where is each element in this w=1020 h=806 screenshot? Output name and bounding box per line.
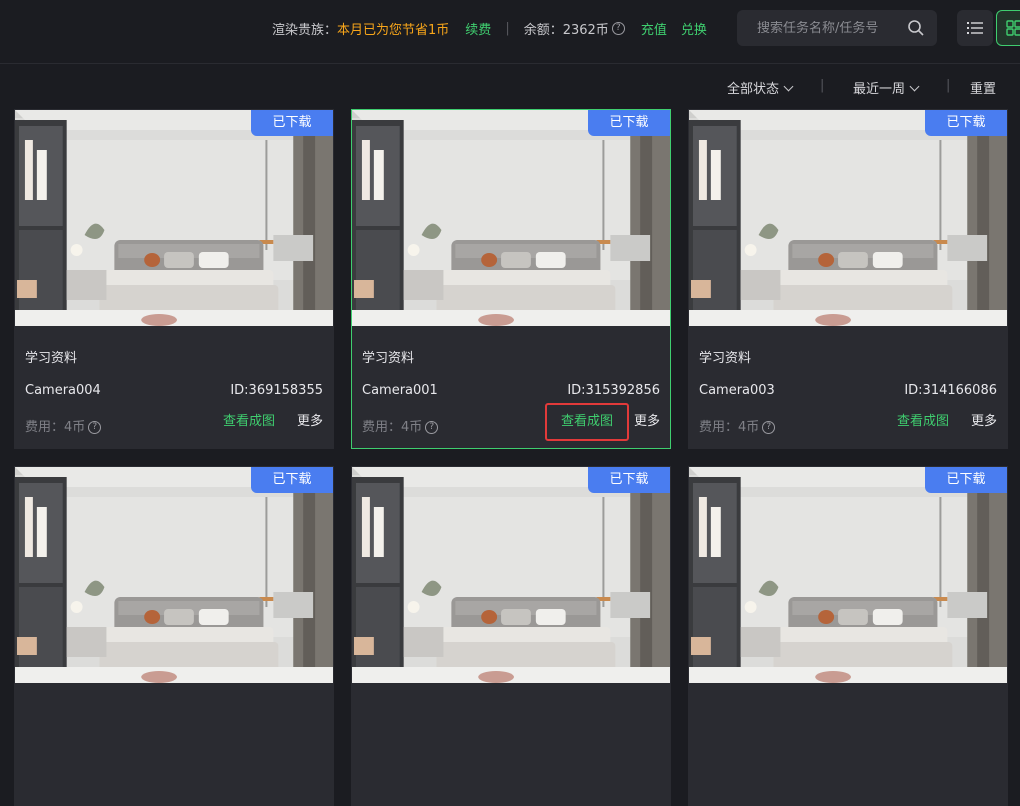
list-view-button[interactable]	[957, 10, 993, 46]
vip-label: 渲染贵族：	[272, 22, 338, 38]
view-render-link[interactable]: 查看成图	[897, 410, 949, 429]
list-view-icon	[967, 22, 983, 34]
render-thumbnail[interactable]	[352, 110, 670, 326]
cost-label: 费用：4币?	[362, 416, 439, 435]
status-filter-label: 全部状态	[727, 82, 780, 97]
status-filter-dropdown[interactable]: 全部状态	[727, 78, 794, 97]
divider: |	[505, 20, 510, 36]
camera-name: Camera001	[362, 383, 438, 398]
help-icon[interactable]: ?	[88, 421, 102, 434]
render-thumbnail[interactable]	[15, 467, 333, 683]
chevron-down-icon	[783, 81, 794, 92]
camera-name: Camera003	[699, 383, 775, 398]
task-id: ID:314166086	[904, 383, 997, 398]
task-card[interactable]: 已下载 学习资料 Camera003 ID:314166086 费用：4币? 查…	[688, 109, 1008, 449]
task-card[interactable]: 已下载	[14, 466, 334, 806]
task-title: 学习资料	[699, 351, 752, 366]
help-icon[interactable]: ?	[611, 21, 625, 35]
period-filter-label: 最近一周	[853, 82, 906, 97]
account-info: 渲染贵族： 本月已为您节省1币 续费 | 余额： 2362币 ? 充值 兑换	[272, 18, 707, 38]
task-id: ID:315392856	[567, 383, 660, 398]
task-id: ID:369158355	[230, 383, 323, 398]
grid-view-button[interactable]	[996, 10, 1020, 46]
divider: |	[946, 78, 951, 93]
task-card[interactable]: 已下载	[688, 466, 1008, 806]
search-box	[737, 10, 937, 46]
cost-text: 费用：4币	[25, 420, 86, 435]
help-icon[interactable]: ?	[762, 421, 776, 434]
renew-link[interactable]: 续费	[465, 19, 491, 38]
help-icon[interactable]: ?	[425, 421, 439, 434]
status-badge: 已下载	[251, 110, 333, 136]
render-thumbnail[interactable]	[352, 467, 670, 683]
status-badge: 已下载	[925, 467, 1007, 493]
camera-name: Camera004	[25, 383, 101, 398]
top-bar: 渲染贵族： 本月已为您节省1币 续费 | 余额： 2362币 ? 充值 兑换	[0, 0, 1020, 64]
more-button[interactable]: 更多	[634, 410, 660, 429]
cost-label: 费用：4币?	[699, 416, 776, 435]
search-input[interactable]	[757, 20, 917, 36]
render-thumbnail[interactable]	[689, 467, 1007, 683]
status-badge: 已下载	[251, 467, 333, 493]
task-card[interactable]: 已下载 学习资料 Camera001 ID:315392856 费用：4币? 查…	[351, 109, 671, 449]
chevron-down-icon	[909, 81, 920, 92]
balance-value: 2362币	[562, 22, 609, 38]
status-badge: 已下载	[925, 110, 1007, 136]
exchange-link[interactable]: 兑换	[681, 19, 707, 38]
balance-label: 余额：	[523, 22, 563, 38]
cost-label: 费用：4币?	[25, 416, 102, 435]
render-thumbnail[interactable]	[689, 110, 1007, 326]
filter-bar: 全部状态 | 最近一周 | 重置	[0, 76, 1020, 97]
divider: |	[820, 78, 825, 93]
more-button[interactable]: 更多	[297, 410, 323, 429]
search-icon[interactable]	[907, 19, 925, 37]
task-title: 学习资料	[362, 351, 415, 366]
view-render-link[interactable]: 查看成图	[545, 403, 629, 441]
reset-button[interactable]: 重置	[970, 78, 996, 97]
recharge-link[interactable]: 充值	[641, 19, 667, 38]
more-button[interactable]: 更多	[971, 410, 997, 429]
vip-saving-text: 本月已为您节省1币	[337, 22, 450, 38]
status-badge: 已下载	[588, 467, 670, 493]
render-thumbnail[interactable]	[15, 110, 333, 326]
task-title: 学习资料	[25, 351, 78, 366]
status-badge: 已下载	[588, 110, 670, 136]
task-card[interactable]: 已下载	[351, 466, 671, 806]
cost-text: 费用：4币	[699, 420, 760, 435]
period-filter-dropdown[interactable]: 最近一周	[853, 78, 920, 97]
grid-view-icon	[1006, 20, 1020, 36]
cost-text: 费用：4币	[362, 420, 423, 435]
view-render-link[interactable]: 查看成图	[223, 410, 275, 429]
task-card[interactable]: 已下载 学习资料 Camera004 ID:369158355 费用：4币? 查…	[14, 109, 334, 449]
